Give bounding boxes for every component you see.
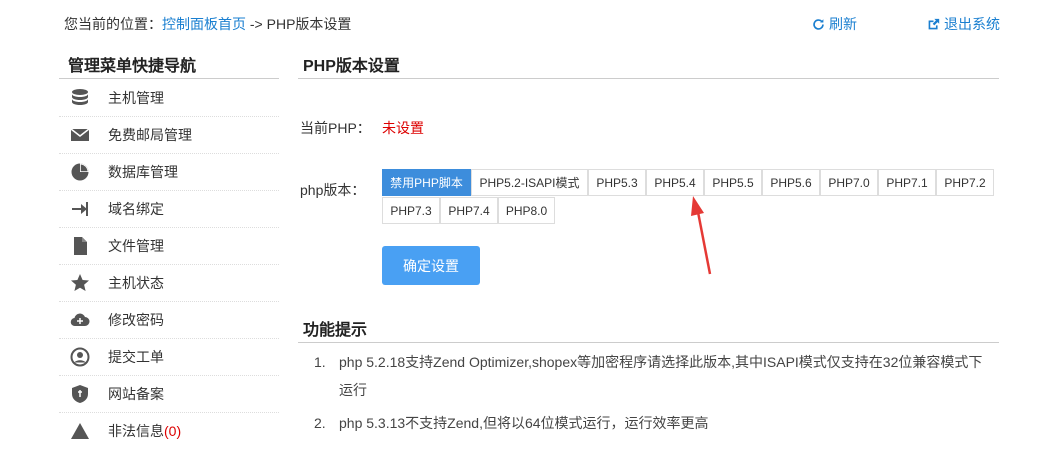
sidebar-item-label: 域名绑定 [108,201,164,217]
sidebar-item-domain-binding[interactable]: 域名绑定 [59,191,279,228]
logout-icon [928,18,940,29]
tip-number: 1. [314,354,326,370]
tip-item: 2. php 5.3.13不支持Zend,但将以64位模式运行，运行效率更高 [314,409,709,437]
logout-label: 退出系统 [944,16,1000,32]
sidebar-item-host-status[interactable]: 主机状态 [59,265,279,302]
sidebar-item-label: 修改密码 [108,312,164,328]
version-option-php73[interactable]: PHP7.3 [382,197,440,224]
envelope-icon [69,124,91,146]
version-option-php70[interactable]: PHP7.0 [820,169,878,196]
breadcrumb: 您当前的位置：控制面板首页 -> PHP版本设置 [64,14,351,34]
file-icon [69,235,91,257]
sidebar-title-divider [59,78,279,79]
tips-title-divider [298,342,999,343]
star-icon [69,272,91,294]
version-option-php72[interactable]: PHP7.2 [936,169,994,196]
sidebar-item-label: 提交工单 [108,349,164,365]
sidebar-item-label: 文件管理 [108,238,164,254]
sidebar-item-label: 网站备案 [108,386,164,402]
sidebar-item-file-management[interactable]: 文件管理 [59,228,279,265]
sidebar-item-site-filing[interactable]: 网站备案 [59,376,279,413]
version-option-php56[interactable]: PHP5.6 [762,169,820,196]
tip-text: php 5.3.13不支持Zend,但将以64位模式运行，运行效率更高 [339,415,709,431]
refresh-icon [813,18,824,30]
confirm-settings-button[interactable]: 确定设置 [382,246,480,285]
tips-title: 功能提示 [303,322,368,339]
sidebar-item-label: 数据库管理 [108,164,178,180]
pie-chart-icon [69,161,91,183]
sidebar-item-label: 免费邮局管理 [108,127,192,143]
annotation-arrow-icon [691,196,712,275]
tip-text: php 5.2.18支持Zend Optimizer,shopex等加密程序请选… [339,354,983,398]
sidebar-item-label: 主机管理 [108,90,164,106]
sidebar-item-mail[interactable]: 免费邮局管理 [59,117,279,154]
version-option-php74[interactable]: PHP7.4 [440,197,498,224]
tip-item: 1. php 5.2.18支持Zend Optimizer,shopex等加密程序… [314,348,994,404]
breadcrumb-separator: -> [246,16,267,32]
refresh-label: 刷新 [829,16,857,32]
version-option-disable-php[interactable]: 禁用PHP脚本 [382,169,471,196]
page-title: PHP版本设置 [303,58,400,75]
version-option-php53[interactable]: PHP5.3 [588,169,646,196]
current-php-label: 当前PHP： [300,120,371,136]
breadcrumb-home-link[interactable]: 控制面板首页 [162,16,246,32]
breadcrumb-current: PHP版本设置 [266,16,352,32]
database-icon [69,87,91,109]
user-icon [69,346,91,368]
sidebar-item-label: 主机状态 [108,275,164,291]
shield-icon [69,383,91,405]
logout-link[interactable]: 退出系统 [927,14,1000,34]
warning-icon [69,420,91,442]
sidebar-item-change-password[interactable]: 修改密码 [59,302,279,339]
illegal-info-count: (0) [164,423,182,439]
version-option-php71[interactable]: PHP7.1 [878,169,936,196]
php-version-label: php版本： [300,182,366,198]
sidebar-item-database[interactable]: 数据库管理 [59,154,279,191]
refresh-link[interactable]: 刷新 [812,14,857,34]
sidebar-item-label-text: 非法信息 [108,423,164,439]
breadcrumb-prefix: 您当前的位置： [64,16,162,32]
current-php-value: 未设置 [382,120,424,136]
version-option-php52-isapi[interactable]: PHP5.2-ISAPI模式 [471,169,588,196]
page-title-divider [298,78,999,79]
cloud-icon [69,309,91,331]
tip-number: 2. [314,415,326,431]
sidebar-item-illegal-info[interactable]: 非法信息(0) [59,413,279,449]
sidebar-title: 管理菜单快捷导航 [68,58,197,75]
login-arrow-icon [69,198,91,220]
version-option-php80[interactable]: PHP8.0 [498,197,555,224]
sidebar-item-host-management[interactable]: 主机管理 [59,80,279,117]
sidebar-item-submit-ticket[interactable]: 提交工单 [59,339,279,376]
sidebar-item-label: 非法信息(0) [108,421,181,441]
